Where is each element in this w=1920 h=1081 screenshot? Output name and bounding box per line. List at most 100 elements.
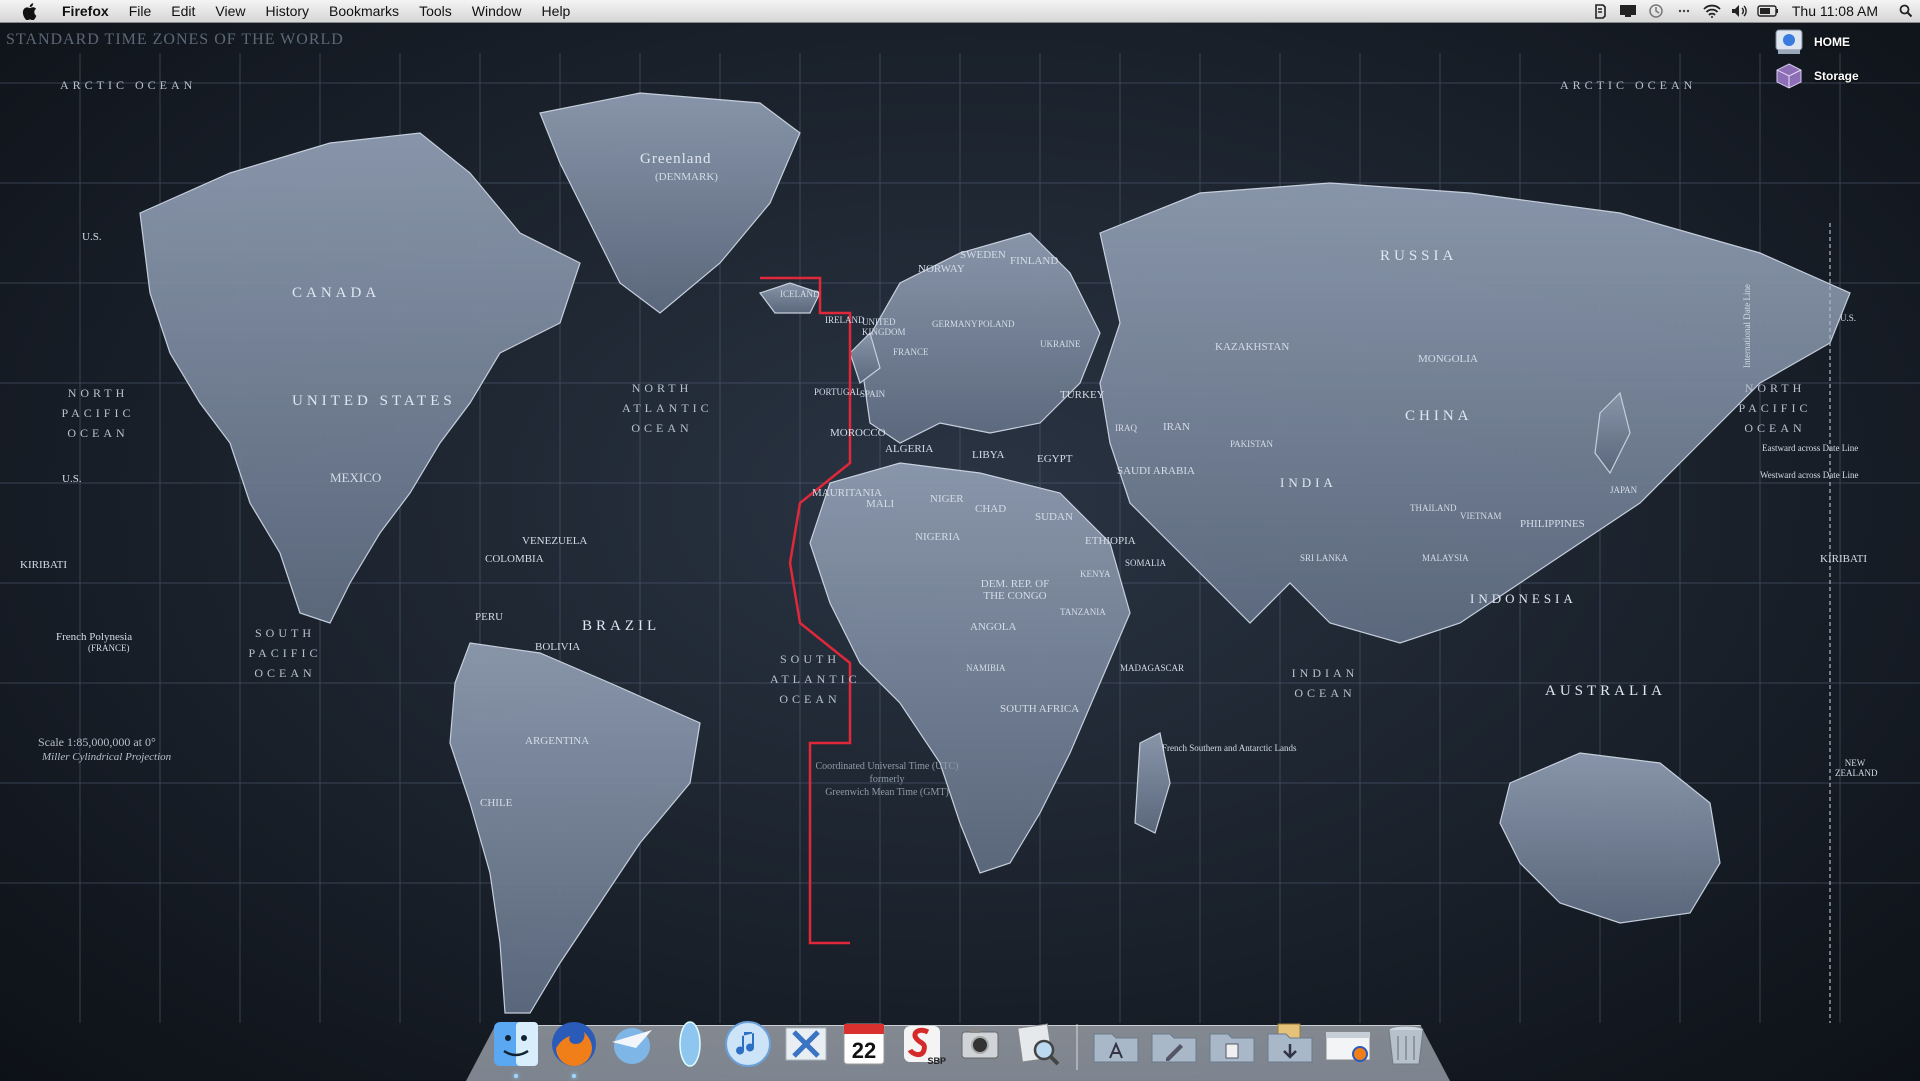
desktop-wallpaper: STANDARD TIME ZONES OF THE WORLD ARCTIC … xyxy=(0,23,1920,1080)
country-label: SOUTH AFRICA xyxy=(1000,703,1080,715)
ocean-label: NORTH PACIFIC OCEAN xyxy=(1738,381,1812,435)
country-label: VENEZUELA xyxy=(522,535,588,547)
documents-folder-icon xyxy=(1209,1033,1255,1063)
volume-icon[interactable] xyxy=(1729,0,1751,22)
country-label: PORTUGAL xyxy=(814,387,862,397)
country-label: MONGOLIA xyxy=(1418,353,1478,365)
country-label: INDONESIA xyxy=(1470,591,1577,606)
country-label: IRAN xyxy=(1163,421,1190,433)
script-menu-icon[interactable] xyxy=(1589,0,1611,22)
country-label: ICELAND xyxy=(780,289,820,299)
country-label: VIETNAM xyxy=(1460,511,1502,521)
territory-label: KIRIBATI xyxy=(20,559,68,571)
country-label: BOLIVIA xyxy=(535,641,581,653)
dock-item-ical[interactable]: 22 xyxy=(838,1018,890,1070)
country-label: NORWAY xyxy=(918,263,965,275)
menu-file[interactable]: File xyxy=(119,0,162,22)
web-window-icon xyxy=(1325,1031,1371,1062)
country-label: INDIA xyxy=(1280,475,1337,490)
territory-label: U.S. xyxy=(1840,313,1857,323)
country-label: IRAQ xyxy=(1115,423,1137,433)
territory-label: U.S. xyxy=(62,473,82,485)
country-label: ALGERIA xyxy=(885,443,934,455)
menu-window[interactable]: Window xyxy=(462,0,532,22)
apple-menu-icon[interactable] xyxy=(18,0,40,22)
menu-bar: Firefox File Edit View History Bookmarks… xyxy=(0,0,1920,23)
desktop-icon-home[interactable]: HOME xyxy=(1774,27,1850,57)
dock-stack-documents[interactable] xyxy=(1148,1018,1200,1070)
country-label: NIGERIA xyxy=(915,531,961,543)
country-label: SWEDEN xyxy=(960,249,1006,261)
sbp-badge: SBP xyxy=(927,1056,946,1066)
wifi-icon[interactable] xyxy=(1701,0,1723,22)
country-label: MEXICO xyxy=(330,470,382,485)
country-label: RUSSIA xyxy=(1380,248,1458,264)
menu-view[interactable]: View xyxy=(205,0,255,22)
country-label: NIGER xyxy=(930,493,964,505)
menu-bookmarks[interactable]: Bookmarks xyxy=(319,0,409,22)
country-label: MOROCCO xyxy=(830,427,886,439)
menu-app-firefox[interactable]: Firefox xyxy=(52,0,119,22)
territory-label: (FRANCE) xyxy=(88,643,130,653)
country-label: TANZANIA xyxy=(1060,607,1106,617)
country-label: UKRAINE xyxy=(1040,339,1081,349)
dock: 22 SBP xyxy=(490,1008,1432,1078)
date-line-label: International Date Line xyxy=(1742,284,1752,368)
dock-item-finder[interactable] xyxy=(490,1018,542,1078)
finder-icon xyxy=(494,1022,538,1066)
country-label: MALI xyxy=(866,498,895,510)
country-label: KENYA xyxy=(1080,569,1111,579)
utc-note-line: formerly xyxy=(869,774,905,785)
country-label: ANGOLA xyxy=(970,621,1017,633)
dock-stack-pages[interactable] xyxy=(1206,1018,1258,1070)
dock-item-dashboard[interactable] xyxy=(664,1018,716,1070)
ocean-label: ARCTIC OCEAN xyxy=(1560,78,1697,92)
calendar-date: 22 xyxy=(851,1038,877,1063)
itunes-icon xyxy=(725,1021,771,1067)
territory-label: French Polynesia xyxy=(56,631,133,643)
map-title: STANDARD TIME ZONES OF THE WORLD xyxy=(6,31,344,48)
date-line-note: Westward across Date Line xyxy=(1760,470,1859,480)
ocean-label: SOUTH ATLANTIC OCEAN xyxy=(770,652,861,706)
dock-item-firefox[interactable] xyxy=(548,1018,600,1078)
menu-clock[interactable]: Thu 11:08 AM xyxy=(1782,3,1892,19)
country-label: THAILAND xyxy=(1410,503,1457,513)
ocean-label: NORTH ATLANTIC OCEAN xyxy=(622,381,713,435)
dock-item-itunes[interactable] xyxy=(722,1018,774,1070)
country-label: CHINA xyxy=(1405,408,1473,424)
map-projection: Miller Cylindrical Projection xyxy=(42,751,172,763)
desktop-icon-storage[interactable]: Storage xyxy=(1774,61,1859,91)
country-label: IRELAND xyxy=(825,315,865,325)
applications-folder-icon xyxy=(1093,1033,1139,1063)
spotlight-search-icon[interactable] xyxy=(1895,0,1917,22)
dock-item-trash[interactable] xyxy=(1380,1018,1432,1070)
firefox-icon xyxy=(552,1022,596,1066)
menu-history[interactable]: History xyxy=(255,0,319,22)
dock-stack-downloads[interactable] xyxy=(1264,1018,1316,1070)
dock-stack-applications[interactable] xyxy=(1090,1018,1142,1070)
time-machine-icon[interactable] xyxy=(1645,0,1667,22)
menu-help[interactable]: Help xyxy=(532,0,581,22)
country-label: SAUDI ARABIA xyxy=(1117,465,1195,477)
country-label: UNITED STATES xyxy=(292,393,456,409)
dock-stack-web[interactable] xyxy=(1322,1018,1374,1070)
battery-icon[interactable] xyxy=(1757,0,1779,22)
country-label: AUSTRALIA xyxy=(1545,683,1666,699)
dock-item-sbp[interactable]: SBP xyxy=(896,1018,948,1070)
country-label: GERMANY xyxy=(932,319,978,329)
country-label: BRAZIL xyxy=(582,618,661,634)
dock-item-photo-booth[interactable] xyxy=(954,1018,1006,1070)
dock-item-mail[interactable] xyxy=(606,1018,658,1070)
country-label: SOMALIA xyxy=(1125,558,1167,568)
menu-edit[interactable]: Edit xyxy=(161,0,205,22)
country-label: SRI LANKA xyxy=(1300,553,1348,563)
display-menu-icon[interactable] xyxy=(1617,0,1639,22)
territory-label: KIRIBATI xyxy=(1820,553,1868,565)
country-label: EGYPT xyxy=(1037,453,1073,465)
country-label: FINLAND xyxy=(1010,255,1059,267)
bluetooth-icon[interactable] xyxy=(1673,0,1695,22)
dock-item-x11[interactable] xyxy=(780,1018,832,1070)
utc-note-line: Coordinated Universal Time (UTC) xyxy=(815,761,959,772)
dock-item-preview[interactable] xyxy=(1012,1018,1064,1070)
menu-tools[interactable]: Tools xyxy=(409,0,462,22)
